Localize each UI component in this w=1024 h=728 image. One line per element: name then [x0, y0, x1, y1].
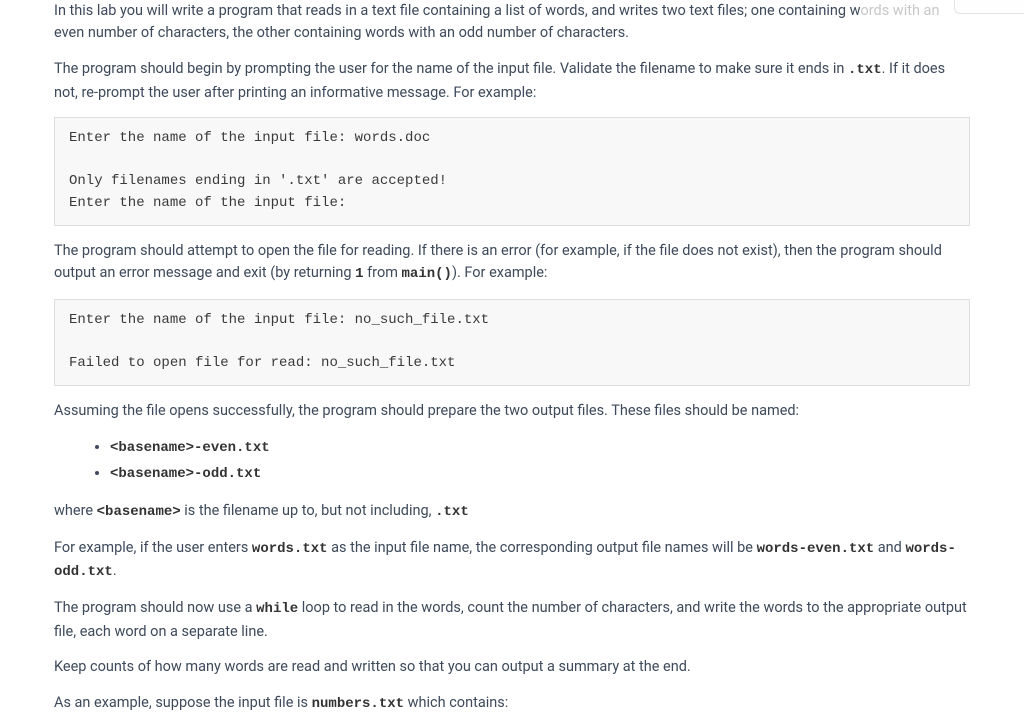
inline-code: <basename>-even.txt	[110, 440, 270, 456]
inline-code: while	[256, 601, 298, 617]
window-corner-stub	[954, 0, 1024, 14]
inline-code: words-even.txt	[757, 541, 875, 557]
paragraph-basename: where <basename> is the filename up to, …	[54, 500, 970, 524]
truncated-text: ords with an	[861, 2, 940, 19]
text: The program should begin by prompting th…	[54, 60, 848, 77]
text: where	[54, 502, 97, 519]
inline-code: main()	[402, 266, 452, 282]
paragraph-example-names: For example, if the user enters words.tx…	[54, 537, 970, 584]
paragraph-output-files: Assuming the file opens successfully, th…	[54, 400, 970, 422]
inline-code: <basename>	[97, 504, 181, 520]
text: even number of characters, the other con…	[54, 24, 629, 41]
code-example-2: Enter the name of the input file: no_suc…	[54, 299, 970, 386]
text: is the filename up to, but not including…	[181, 502, 435, 519]
inline-code: words.txt	[252, 541, 328, 557]
paragraph-counts: Keep counts of how many words are read a…	[54, 656, 970, 678]
output-filename-list: <basename>-even.txt <basename>-odd.txt	[54, 436, 970, 486]
text: as the input file name, the correspondin…	[328, 539, 757, 556]
inline-code: .txt	[435, 504, 469, 520]
text: .	[113, 562, 117, 579]
list-item: <basename>-odd.txt	[110, 462, 970, 486]
paragraph-final-example: As an example, suppose the input file is…	[54, 692, 970, 716]
list-item: <basename>-even.txt	[110, 436, 970, 460]
text: For example, if the user enters	[54, 539, 252, 556]
text: which contains:	[404, 694, 508, 711]
text: In this lab you will write a program tha…	[54, 2, 861, 19]
text: from	[364, 264, 402, 281]
text: ). For example:	[452, 264, 547, 281]
text: The program should now use a	[54, 599, 256, 616]
paragraph-prompt: The program should begin by prompting th…	[54, 58, 970, 104]
code-example-1: Enter the name of the input file: words.…	[54, 117, 970, 226]
text: As an example, suppose the input file is	[54, 694, 312, 711]
inline-code: .txt	[848, 62, 882, 78]
text: and	[874, 539, 905, 556]
inline-code: 1	[355, 266, 363, 282]
inline-code: <basename>-odd.txt	[110, 466, 261, 482]
inline-code: numbers.txt	[312, 696, 404, 712]
paragraph-open-file: The program should attempt to open the f…	[54, 240, 970, 286]
paragraph-intro: In this lab you will write a program tha…	[54, 0, 970, 45]
paragraph-while-loop: The program should now use a while loop …	[54, 597, 970, 643]
